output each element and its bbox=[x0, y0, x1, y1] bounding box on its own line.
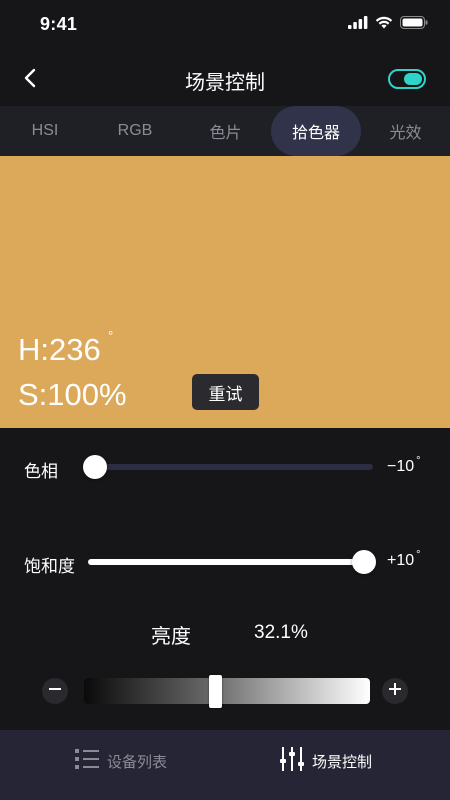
bottom-nav: 设备列表 场景控制 bbox=[0, 730, 450, 800]
tab-effects[interactable]: 光效 bbox=[361, 106, 450, 156]
minus-icon bbox=[49, 682, 61, 700]
plus-icon bbox=[389, 682, 401, 700]
signal-icon bbox=[348, 16, 368, 34]
tab-gel[interactable]: 色片 bbox=[180, 106, 271, 156]
hue-slider-thumb[interactable] bbox=[83, 455, 107, 479]
tab-color-picker[interactable]: 拾色器 bbox=[271, 106, 361, 156]
wifi-icon bbox=[375, 16, 393, 34]
saturation-value-unit: ° bbox=[416, 549, 421, 561]
bottom-nav-device-list[interactable]: 设备列表 bbox=[75, 730, 167, 792]
brightness-decrease-button[interactable] bbox=[42, 678, 68, 704]
saturation-slider-thumb[interactable] bbox=[352, 550, 376, 574]
battery-icon bbox=[400, 16, 428, 34]
sliders-icon bbox=[280, 747, 304, 775]
bottom-nav-label: 设备列表 bbox=[107, 753, 168, 771]
status-bar: 9:41 bbox=[0, 0, 450, 50]
saturation-value: +10 ° bbox=[387, 549, 421, 570]
retry-button[interactable]: 重试 bbox=[192, 374, 259, 410]
brightness-slider-track[interactable] bbox=[84, 678, 370, 704]
bottom-nav-scene-control[interactable]: 场景控制 bbox=[280, 730, 372, 792]
hue-label: 色相 bbox=[24, 462, 58, 481]
bottom-nav-label: 场景控制 bbox=[312, 753, 373, 771]
power-toggle[interactable] bbox=[388, 69, 426, 89]
brightness-increase-button[interactable] bbox=[382, 678, 408, 704]
saturation-readout: S:100% bbox=[18, 377, 127, 412]
brightness-label: 亮度 bbox=[151, 626, 191, 648]
brightness-value: 32.1% bbox=[254, 622, 308, 643]
status-icons bbox=[348, 16, 428, 34]
toggle-knob bbox=[404, 73, 422, 85]
nav-bar: 场景控制 bbox=[0, 52, 450, 106]
color-picker-area[interactable]: H:236 ° S:100% 重试 bbox=[0, 156, 450, 428]
status-time: 9:41 bbox=[40, 14, 78, 34]
list-icon bbox=[75, 748, 99, 774]
hue-slider-track[interactable] bbox=[95, 464, 373, 470]
brightness-slider-thumb[interactable] bbox=[209, 675, 222, 708]
saturation-label: 饱和度 bbox=[24, 557, 75, 576]
hue-value: −10 ° bbox=[387, 455, 421, 476]
tab-rgb[interactable]: RGB bbox=[90, 106, 180, 156]
hue-value-number: −10 bbox=[387, 458, 415, 475]
tab-hsi[interactable]: HSI bbox=[0, 106, 90, 156]
page-title: 场景控制 bbox=[185, 72, 265, 94]
hue-readout: H:236 bbox=[18, 332, 101, 367]
hue-degree-symbol: ° bbox=[108, 328, 114, 343]
hue-value-unit: ° bbox=[416, 455, 421, 467]
mode-tabs: HSI RGB 色片 拾色器 光效 bbox=[0, 106, 450, 156]
saturation-value-number: +10 bbox=[387, 552, 415, 569]
saturation-slider-track[interactable] bbox=[88, 559, 364, 565]
